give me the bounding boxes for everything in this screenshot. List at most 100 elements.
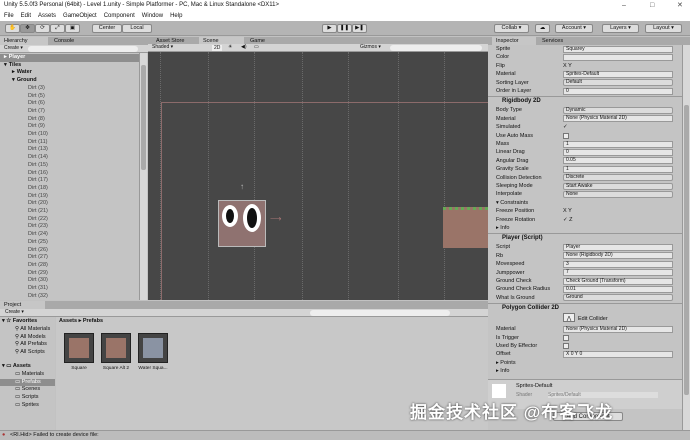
prefab-asset[interactable]: Square	[64, 333, 94, 371]
menu-help[interactable]: Help	[170, 13, 182, 19]
menu-gameobject[interactable]: GameObject	[63, 13, 97, 19]
folder-item[interactable]: ▭ Scripts	[0, 394, 55, 402]
scene-search-input[interactable]	[390, 45, 482, 51]
menu-assets[interactable]: Assets	[38, 13, 56, 19]
rect-tool-icon[interactable]: ▣	[65, 24, 80, 33]
component-header-polygon_collider[interactable]: Polygon Collider 2D	[488, 303, 682, 312]
field-checkbox[interactable]	[563, 343, 569, 349]
hierarchy-item[interactable]: Dirt (23)	[28, 223, 48, 231]
hierarchy-item[interactable]: Dirt (5)	[28, 93, 45, 101]
hierarchy-create-button[interactable]: Create ▾	[4, 45, 23, 52]
hierarchy-item[interactable]: Dirt (28)	[28, 262, 48, 270]
field-input[interactable]: 3	[563, 260, 673, 268]
status-bar[interactable]: ● <RI.Hid> Failed to create device file:	[0, 430, 690, 440]
field-checkbox[interactable]: X Y	[563, 207, 572, 215]
hierarchy-item[interactable]: Dirt (22)	[28, 216, 48, 224]
hierarchy-item[interactable]: ▸ Water	[0, 69, 139, 77]
tab-services[interactable]: Services	[538, 37, 578, 45]
hierarchy-item[interactable]: Dirt (18)	[28, 185, 48, 193]
hierarchy-item[interactable]: Dirt (21)	[28, 208, 48, 216]
field-input[interactable]: 1	[563, 165, 673, 173]
move-gizmo-y-icon[interactable]: ↑	[240, 182, 244, 191]
component-header-rigidbody[interactable]: Rigidbody 2D	[488, 96, 682, 105]
expand-arrow-icon[interactable]: ▾	[4, 62, 7, 68]
tab-console[interactable]: Console	[50, 37, 95, 45]
favorites-item[interactable]: ⚲ All Scripts	[15, 349, 45, 357]
expand-arrow-icon[interactable]: ▾	[12, 77, 15, 83]
field-input[interactable]: 0.05	[563, 157, 673, 165]
field-checkbox[interactable]: ✓	[563, 123, 568, 131]
layers-dropdown[interactable]: Layers ▾	[602, 24, 639, 33]
menu-component[interactable]: Component	[104, 13, 135, 19]
hierarchy-search-input[interactable]	[28, 46, 138, 52]
hierarchy-item[interactable]: Dirt (16)	[28, 170, 48, 178]
move-tool-icon[interactable]: ✥	[20, 24, 35, 33]
assets-header[interactable]: ▾ ▭ Assets	[2, 363, 31, 371]
hierarchy-item[interactable]: Dirt (27)	[28, 254, 48, 262]
layout-dropdown[interactable]: Layout ▾	[645, 24, 682, 33]
field-input[interactable]	[563, 54, 673, 62]
hierarchy-item[interactable]: Dirt (9)	[28, 123, 45, 131]
field-input[interactable]: None (Physics Material 2D)	[563, 115, 673, 123]
field-dropdown[interactable]: None	[563, 191, 673, 199]
2d-toggle[interactable]: 2D	[212, 44, 223, 51]
field-dropdown[interactable]: Start Awake	[563, 182, 673, 190]
hierarchy-item[interactable]: Dirt (25)	[28, 239, 48, 247]
close-button[interactable]: ✕	[677, 0, 683, 11]
prefab-asset[interactable]: Square Alt 2	[101, 333, 131, 371]
hierarchy-item[interactable]: Dirt (24)	[28, 231, 48, 239]
component-header-player_script[interactable]: Player (Script)	[488, 233, 682, 242]
field-input[interactable]: 0.01	[563, 286, 673, 294]
field-input[interactable]: None (Rigidbody 2D)	[563, 252, 673, 260]
scale-tool-icon[interactable]: ⤢	[50, 24, 65, 33]
hierarchy-item[interactable]: Dirt (8)	[28, 116, 45, 124]
folder-item[interactable]: ▭ Materials	[0, 371, 55, 379]
hierarchy-item[interactable]: ▸ Player	[0, 54, 139, 62]
edit-collider-button[interactable]: ⋀ Edit Collider	[563, 313, 608, 323]
hierarchy-item[interactable]: Dirt (10)	[28, 131, 48, 139]
prefab-asset[interactable]: Water Squa...	[138, 333, 168, 371]
field-checkbox[interactable]: ✓ Z	[563, 216, 573, 224]
hierarchy-item[interactable]: Dirt (11)	[28, 139, 47, 147]
shader-dropdown[interactable]: Sprites/Default	[548, 391, 658, 398]
hierarchy-item[interactable]: ▾ Tiles	[0, 62, 139, 70]
menu-window[interactable]: Window	[142, 13, 163, 19]
account-dropdown[interactable]: Account ▾	[555, 24, 593, 33]
maximize-button[interactable]: □	[650, 0, 654, 11]
shading-mode-dropdown[interactable]: Shaded ▾	[152, 44, 207, 51]
folder-item[interactable]: ▭ Prefabs	[0, 378, 55, 387]
field-input[interactable]: 1	[563, 140, 673, 148]
field-checkbox[interactable]: X Y	[563, 62, 572, 70]
tab-inspector[interactable]: Inspector	[492, 37, 536, 45]
field-dropdown[interactable]: Default	[563, 79, 673, 87]
folder-item[interactable]: ▭ Scenes	[0, 386, 55, 394]
field-input[interactable]: 0	[563, 87, 673, 95]
hierarchy-item[interactable]: Dirt (20)	[28, 200, 48, 208]
play-button[interactable]: ▶	[322, 24, 337, 33]
hierarchy-item[interactable]: Dirt (31)	[28, 285, 48, 293]
hierarchy-item[interactable]: Dirt (6)	[28, 100, 45, 108]
scene-view[interactable]: ↑ ⟶	[148, 52, 488, 300]
player-sprite[interactable]	[218, 200, 266, 247]
field-input[interactable]: Check Ground (Transform)	[563, 277, 673, 285]
field-input[interactable]: X 0 Y 0	[563, 351, 673, 359]
collab-button[interactable]: Collab ▾	[494, 24, 529, 33]
project-breadcrumb[interactable]: Assets ▸ Prefabs	[59, 318, 103, 324]
hierarchy-item[interactable]: Dirt (13)	[28, 146, 48, 154]
step-button[interactable]: ▶❚	[352, 24, 367, 33]
field-dropdown[interactable]: Discrete	[563, 174, 673, 182]
hierarchy-item[interactable]: Dirt (17)	[28, 177, 48, 185]
rotate-tool-icon[interactable]: ⟳	[35, 24, 50, 33]
field-input[interactable]: Sprites-Default	[563, 70, 673, 78]
project-search-input[interactable]	[310, 310, 450, 316]
tab-project[interactable]: Project	[0, 301, 45, 309]
hierarchy-item[interactable]: Dirt (32)	[28, 293, 48, 301]
menu-edit[interactable]: Edit	[21, 13, 31, 19]
hierarchy-item[interactable]: ▾ Ground	[0, 77, 139, 85]
folder-item[interactable]: ▭ Sprites	[0, 402, 55, 410]
favorites-item[interactable]: ⚲ All Materials	[15, 326, 50, 334]
field-input[interactable]: 7	[563, 269, 673, 277]
minimize-button[interactable]: –	[622, 0, 626, 11]
gizmos-dropdown[interactable]: Gizmos ▾	[360, 44, 381, 51]
field-input[interactable]: Player	[563, 244, 673, 252]
